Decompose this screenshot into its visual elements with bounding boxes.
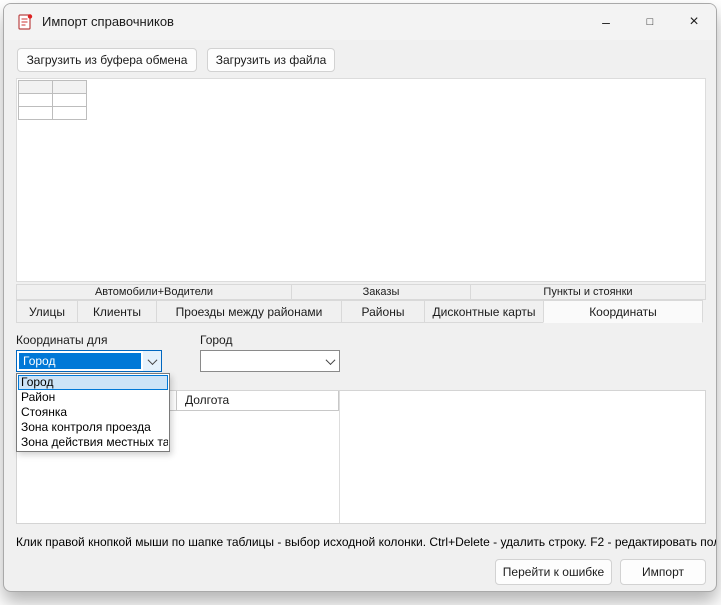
- import-directories-dialog: Импорт справочников – □ × Загрузить из б…: [3, 3, 717, 592]
- tab-row-1: Автомобили+ВодителиЗаказыПункты и стоянк…: [16, 284, 708, 300]
- city-label: Город: [200, 333, 232, 347]
- tab[interactable]: Координаты: [543, 300, 703, 323]
- tab[interactable]: Районы: [341, 300, 425, 323]
- chevron-down-icon[interactable]: [143, 351, 161, 371]
- window-title: Импорт справочников: [42, 4, 174, 40]
- city-combobox[interactable]: [200, 350, 340, 372]
- column-divider: [339, 391, 340, 523]
- grid-cell: [19, 107, 53, 120]
- column-header[interactable]: Долгота: [177, 391, 339, 411]
- screen: Импорт справочников – □ × Загрузить из б…: [0, 0, 721, 605]
- titlebar[interactable]: Импорт справочников – □ ×: [4, 4, 716, 40]
- grid-cell: [53, 107, 87, 120]
- chevron-down-icon[interactable]: [321, 351, 339, 371]
- coordinates-for-label: Координаты для: [16, 333, 107, 347]
- tab[interactable]: Пункты и стоянки: [470, 284, 706, 300]
- tab[interactable]: Улицы: [16, 300, 78, 323]
- source-data-grid[interactable]: [18, 80, 87, 120]
- load-from-file-button[interactable]: Загрузить из файла: [207, 48, 335, 72]
- dropdown-option[interactable]: Зона действия местных тар: [18, 435, 168, 450]
- minimize-button[interactable]: –: [584, 4, 628, 40]
- tab-row-2: УлицыКлиентыПроезды между районамиРайоны…: [16, 300, 708, 323]
- tab[interactable]: Клиенты: [77, 300, 157, 323]
- dropdown-option[interactable]: Район: [18, 390, 168, 405]
- grid-cell: [53, 94, 87, 107]
- combo-dropdown-list: ГородРайонСтоянкаЗона контроля проездаЗо…: [16, 373, 170, 452]
- dropdown-option[interactable]: Город: [18, 375, 168, 390]
- coordinates-for-combobox[interactable]: Город: [16, 350, 162, 372]
- combobox-value: Город: [19, 353, 141, 369]
- goto-error-button[interactable]: Перейти к ошибке: [495, 559, 612, 585]
- app-icon: [16, 13, 34, 31]
- combobox-value: [203, 353, 319, 369]
- grid-cell: [53, 81, 87, 94]
- dropdown-option[interactable]: Стоянка: [18, 405, 168, 420]
- close-button[interactable]: ×: [672, 4, 716, 40]
- tab[interactable]: Заказы: [291, 284, 471, 300]
- tab[interactable]: Проезды между районами: [156, 300, 342, 323]
- grid-cell: [19, 94, 53, 107]
- usage-hint: Клик правой кнопкой мыши по шапке таблиц…: [16, 535, 710, 549]
- tab[interactable]: Дисконтные карты: [424, 300, 544, 323]
- category-tabs: Автомобили+ВодителиЗаказыПункты и стоянк…: [16, 284, 708, 323]
- maximize-button[interactable]: □: [628, 4, 672, 40]
- load-from-clipboard-button[interactable]: Загрузить из буфера обмена: [17, 48, 197, 72]
- dropdown-option[interactable]: Зона контроля проезда: [18, 420, 168, 435]
- import-button[interactable]: Импорт: [620, 559, 706, 585]
- tab[interactable]: Автомобили+Водители: [16, 284, 292, 300]
- grid-cell: [19, 81, 53, 94]
- source-data-panel[interactable]: [16, 78, 706, 282]
